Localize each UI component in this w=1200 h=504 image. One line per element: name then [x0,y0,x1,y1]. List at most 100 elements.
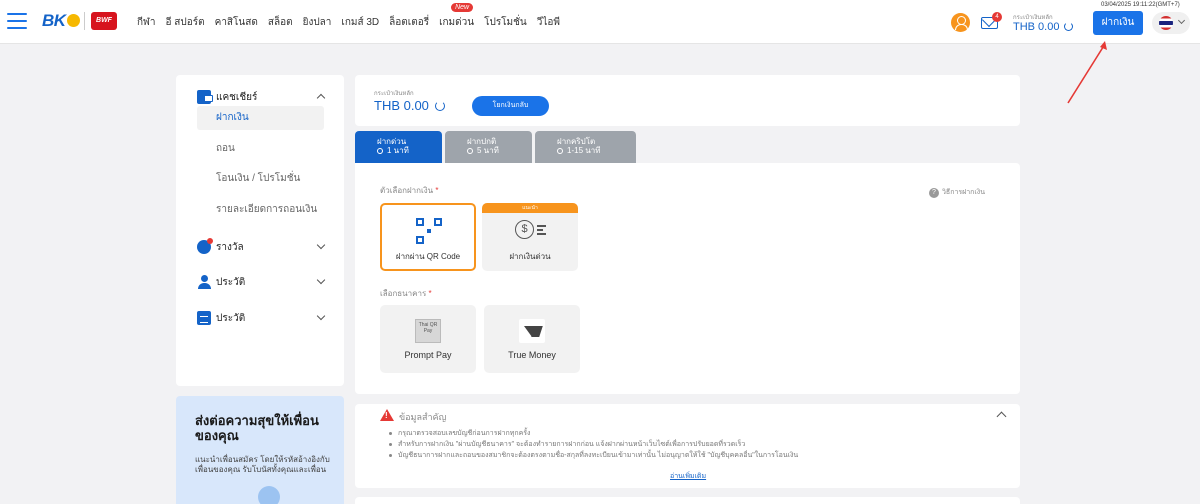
nav-esports[interactable]: อี สปอร์ต [166,15,205,30]
sidebar-cashier-label: แคชเชียร์ [216,91,258,103]
deposit-button[interactable]: ฝากเงิน [1093,11,1143,35]
nav-quick-games[interactable]: เกมด่วน New [439,2,475,30]
sidebar-history-label: ประวัติ [216,276,246,288]
sidebar-history-profile[interactable]: ประวัติ [197,274,327,290]
tab-time: 1 นาที [387,146,409,155]
new-badge: New [451,2,474,12]
mail-count-badge: 4 [992,12,1002,22]
how-to-deposit-text: วิธีการฝากเงิน [942,189,985,196]
option-qr-code[interactable]: ฝากผ่าน QR Code [380,203,476,271]
nav-fishing[interactable]: ยิงปลา [303,15,332,30]
info-list: กรุณาตรวจสอบเลขบัญชีก่อนการฝากทุกครั้ง ส… [388,428,998,461]
bank-select-text: เลือกธนาคาร [380,289,427,298]
clock-icon [467,148,473,154]
brand-logo[interactable]: BK [42,11,80,31]
promo-description: แนะนำเพื่อนสมัคร โดยให้รหัสอ้างอิงกับเพื… [195,455,330,474]
option-quick-cash[interactable]: แนะนำ $ ฝากเงินด่วน [482,203,578,271]
refresh-icon[interactable] [434,101,445,111]
main-wallet-label: กระเป๋าเงินหลัก [374,91,414,97]
bank-select-label: เลือกธนาคาร * [380,289,432,298]
info-item: สำหรับการฝากเงิน "ผ่านบัญชีธนาคาร" จะต้อ… [388,439,998,450]
nav-lottery[interactable]: ล็อตเตอรี่ [389,15,429,30]
nav-promotions[interactable]: โปรโมชั่น [484,15,527,30]
clock-icon [377,148,383,154]
info-title: ข้อมูลสำคัญ [399,412,447,422]
partner-logo: BWF [91,12,117,30]
nav-sports[interactable]: กีฬา [137,15,156,30]
deposit-panel: ตัวเลือกฝากเงิน * ? วิธีการฝากเงิน ฝากผ่า… [355,163,1020,394]
tab-time: 1-15 นาที [567,146,601,155]
main-wallet-card: กระเป๋าเงินหลัก THB 0.00 โยกเงินกลับ [355,75,1020,126]
language-selector[interactable] [1152,12,1190,34]
tab-title: ฝากปกติ [467,137,497,146]
tab-normal-deposit[interactable]: ฝากปกติ 5 นาที [445,131,532,163]
sidebar-rewards[interactable]: รางวัล [197,238,327,255]
annotation-arrow [1067,41,1107,104]
user-icon [197,275,211,289]
transfer-back-button[interactable]: โยกเงินกลับ [472,96,549,116]
sidebar-item-withdraw-details[interactable]: รายละเอียดการถอนเงิน [197,198,324,222]
tab-title: ฝากด่วน [377,137,407,146]
datetime: 03/04/2025 19:11:22(GMT+7) [1101,2,1180,8]
bank-truemoney-label: True Money [508,350,556,360]
chevron-down-icon [316,311,326,321]
main-wallet-balance: THB 0.00 [374,98,445,113]
sidebar-rewards-label: รางวัล [216,241,244,253]
option-quick-cash-label: ฝากเงินด่วน [509,252,551,261]
nav-3d-games[interactable]: เกมส์ 3D [341,15,379,30]
nav-vip[interactable]: วีไอพี [537,15,560,30]
nav-slots[interactable]: สล็อต [268,15,293,30]
promo-title: ส่งต่อความสุขให้เพื่อนของคุณ [195,413,319,443]
warning-icon [380,409,394,421]
bank-truemoney[interactable]: True Money [484,305,580,373]
recommended-badge: แนะนำ [482,203,578,213]
promptpay-logo: Thai QR Pay [415,319,441,343]
help-icon: ? [929,188,939,198]
chevron-down-icon [316,275,326,285]
clock-icon [557,148,563,154]
chevron-up-icon[interactable] [996,411,1007,422]
truemoney-logo [519,319,545,343]
chevron-up-icon [316,93,326,103]
sidebar-item-withdraw[interactable]: ถอน [197,137,324,161]
top-header: BK BWF กีฬา อี สปอร์ต คาสิโนสด สล็อต ยิง… [0,0,1200,44]
sidebar-cashier[interactable]: แคชเชียร์ [197,89,327,105]
sidebar-history-records-label: ประวัติ [216,312,246,324]
document-icon [197,311,211,325]
sidebar-item-deposit[interactable]: ฝากเงิน [197,106,324,130]
wallet-icon [197,90,213,104]
sidebar-history-records[interactable]: ประวัติ [197,310,327,326]
nav-live-casino[interactable]: คาสิโนสด [215,15,258,30]
sidebar: แคชเชียร์ ฝากเงิน ถอน โอนเงิน / โปรโมชั่… [176,75,344,386]
thai-flag-icon [1159,16,1173,30]
referral-promo-card[interactable]: ส่งต่อความสุขให้เพื่อนของคุณ แนะนำเพื่อน… [176,396,344,504]
option-qr-code-label: ฝากผ่าน QR Code [395,252,461,261]
deposit-options-text: ตัวเลือกฝากเงิน [380,186,434,195]
chevron-down-icon [316,240,326,250]
main-wallet-value: THB 0.00 [374,98,429,113]
header-wallet-value: THB 0.00 [1013,21,1060,33]
promo-illustration [258,486,280,504]
tab-quick-deposit[interactable]: ฝากด่วน 1 นาที [355,131,442,163]
tab-title: ฝากคริปโต [557,137,596,146]
user-icon[interactable] [951,13,970,32]
important-info-panel: ข้อมูลสำคัญ กรุณาตรวจสอบเลขบัญชีก่อนการฝ… [355,404,1020,488]
cash-icon: $ [515,220,547,240]
header-wallet-balance: THB 0.00 [1013,21,1074,33]
info-item: กรุณาตรวจสอบเลขบัญชีก่อนการฝากทุกครั้ง [388,428,998,439]
refresh-icon[interactable] [1064,22,1074,31]
nav-quick-games-label: เกมด่วน [439,16,475,28]
bank-promptpay[interactable]: Thai QR Pay Prompt Pay [380,305,476,373]
how-to-deposit-link[interactable]: ? วิธีการฝากเงิน [929,187,985,198]
tab-crypto-deposit[interactable]: ฝากคริปโต 1-15 นาที [535,131,636,163]
info-item: บัญชีธนาการฝากและถอนของสมาชิกจะต้องตรงตา… [388,450,998,461]
next-panel-edge [355,497,1020,504]
chevron-down-icon [1177,16,1186,25]
deposit-options-label: ตัวเลือกฝากเงิน * [380,186,439,195]
sidebar-item-transfer[interactable]: โอนเงิน / โปรโมชั่น [197,167,324,191]
menu-icon[interactable] [7,13,27,29]
main-nav: กีฬา อี สปอร์ต คาสิโนสด สล็อต ยิงปลา เกม… [137,0,570,44]
read-more-link[interactable]: อ่านเพิ่มเติม [670,471,706,482]
bank-promptpay-label: Prompt Pay [404,350,452,360]
logo-divider [84,12,85,30]
